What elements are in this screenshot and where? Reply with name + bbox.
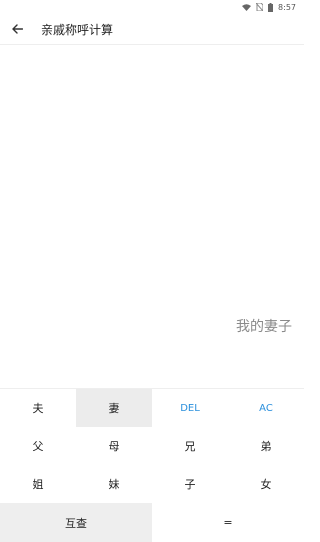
key-elder-brother[interactable]: 兄 (152, 427, 228, 465)
page-title: 亲戚称呼计算 (41, 22, 114, 37)
mutual-lookup-button[interactable]: 互查 (0, 503, 152, 542)
status-bar: 8:57 (0, 0, 304, 14)
key-son[interactable]: 子 (152, 465, 228, 503)
arrow-left-icon (11, 24, 23, 34)
battery-icon (268, 2, 274, 12)
app-bar: 亲戚称呼计算 (0, 14, 304, 45)
keypad: 夫 妻 DEL AC 父 母 兄 弟 姐 妹 子 女 互查 = (0, 388, 304, 542)
key-father[interactable]: 父 (0, 427, 76, 465)
key-younger-brother[interactable]: 弟 (228, 427, 304, 465)
key-elder-sister[interactable]: 姐 (0, 465, 76, 503)
keypad-row: 夫 妻 DEL AC (0, 389, 304, 427)
key-husband[interactable]: 夫 (0, 389, 76, 427)
status-time: 8:57 (278, 2, 296, 12)
clear-button[interactable]: AC (228, 389, 304, 427)
delete-button[interactable]: DEL (152, 389, 228, 427)
key-daughter[interactable]: 女 (228, 465, 304, 503)
key-wife[interactable]: 妻 (76, 389, 152, 427)
equals-button[interactable]: = (152, 503, 304, 542)
result-text: 我的妻子 (236, 319, 292, 335)
keypad-row: 互查 = (0, 503, 304, 542)
display-area: 我的妻子 (0, 45, 304, 388)
key-mother[interactable]: 母 (76, 427, 152, 465)
wifi-icon (242, 3, 252, 11)
back-button[interactable] (2, 14, 32, 45)
keypad-row: 姐 妹 子 女 (0, 465, 304, 503)
no-sim-icon (256, 3, 264, 11)
keypad-row: 父 母 兄 弟 (0, 427, 304, 465)
key-younger-sister[interactable]: 妹 (76, 465, 152, 503)
